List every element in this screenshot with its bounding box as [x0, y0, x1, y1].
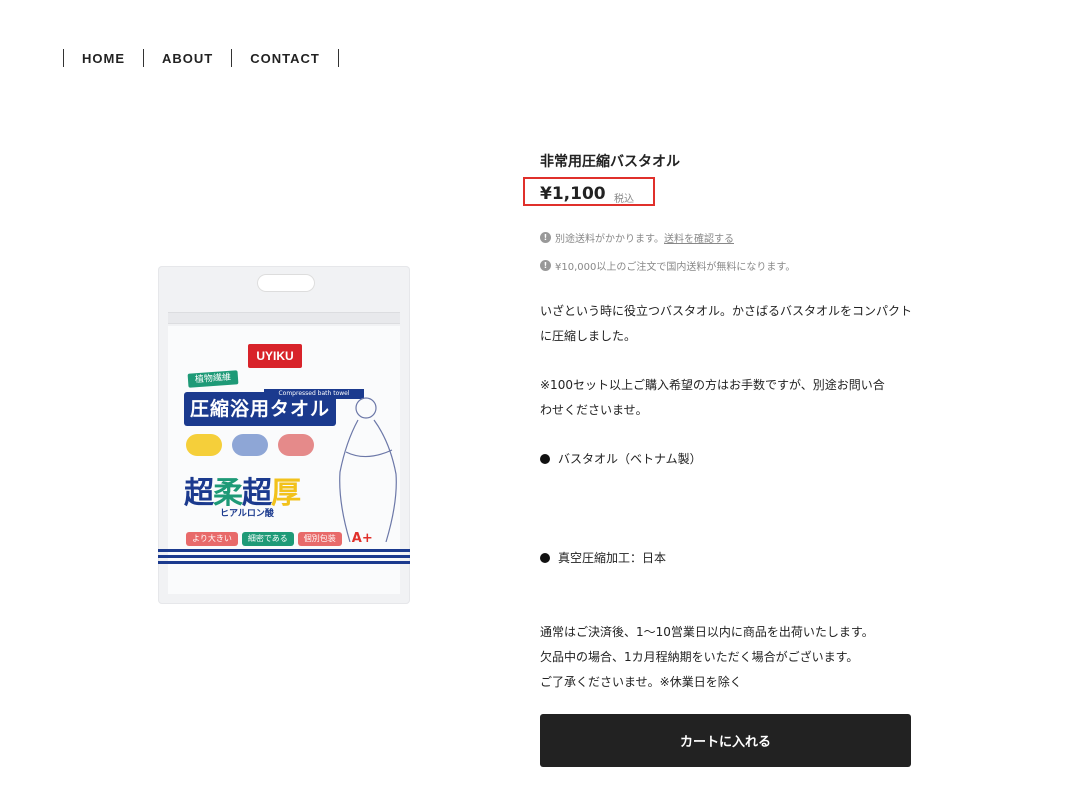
bullet-icon [540, 553, 550, 563]
product-price: ¥1,100 [540, 184, 606, 204]
description-line: に圧縮しました。 [540, 329, 637, 343]
shipping-fee-link[interactable]: 送料を確認する [664, 230, 734, 245]
nav-divider [337, 49, 339, 67]
description-line: ※100セット以上ご購入希望の方はお手数ですが、別途お問い合 [540, 378, 885, 392]
package-hanger-hole [257, 274, 315, 292]
info-icon: ! [540, 232, 551, 243]
package-feature-circles [186, 434, 314, 456]
info-icon: ! [540, 260, 551, 271]
nav-home-link[interactable]: HOME [64, 51, 143, 66]
feature-circle [278, 434, 314, 456]
package-zipper [168, 312, 400, 324]
product-title: 非常用圧縮バスタオル [540, 154, 680, 170]
package-pill: より大きい [186, 532, 238, 546]
feature-circle [186, 434, 222, 456]
free-shipping-note: ! ¥10,000以上のご注文で国内送料が無料になります。 [540, 258, 795, 273]
brand-logo: UYIKU [248, 344, 302, 368]
tax-label: 税込 [614, 194, 634, 205]
woman-illustration-icon [339, 397, 397, 542]
package-stripes [158, 549, 410, 569]
shipping-note-text: 別途送料がかかります。 [555, 234, 664, 245]
feature-circle [232, 434, 268, 456]
description-line: わせくださいませ。 [540, 403, 648, 417]
nav-contact-link[interactable]: CONTACT [232, 51, 338, 66]
shipping-note: ! 別途送料がかかります。 送料を確認する [540, 230, 734, 245]
add-to-cart-button[interactable]: カートに入れる [540, 714, 911, 767]
spec-item: 真空圧縮加工：日本 [540, 549, 666, 566]
product-image[interactable]: UYIKU 植物繊維 圧縮浴用タオル Compressed bath towel… [158, 266, 410, 604]
bullet-icon [540, 454, 550, 464]
shipping-info-line: ご了承くださいませ。※休業日を除く [540, 675, 742, 689]
free-shipping-text: ¥10,000以上のご注文で国内送料が無料になります。 [555, 262, 796, 273]
main-nav: HOME ABOUT CONTACT [63, 49, 339, 67]
package-sub-text: ヒアルロン酸 [220, 509, 274, 519]
description-line: いざという時に役立つバスタオル。かさばるバスタオルをコンパクト [540, 304, 913, 318]
shipping-info-line: 欠品中の場合、1カ月程納期をいただく場合がございます。 [540, 650, 859, 664]
nav-about-link[interactable]: ABOUT [144, 51, 231, 66]
shipping-info-line: 通常はご決済後、1〜10営業日以内に商品を出荷いたします。 [540, 625, 874, 639]
package-pill: 細密である [241, 532, 294, 546]
spec-item: バスタオル（ベトナム製） [540, 450, 702, 467]
